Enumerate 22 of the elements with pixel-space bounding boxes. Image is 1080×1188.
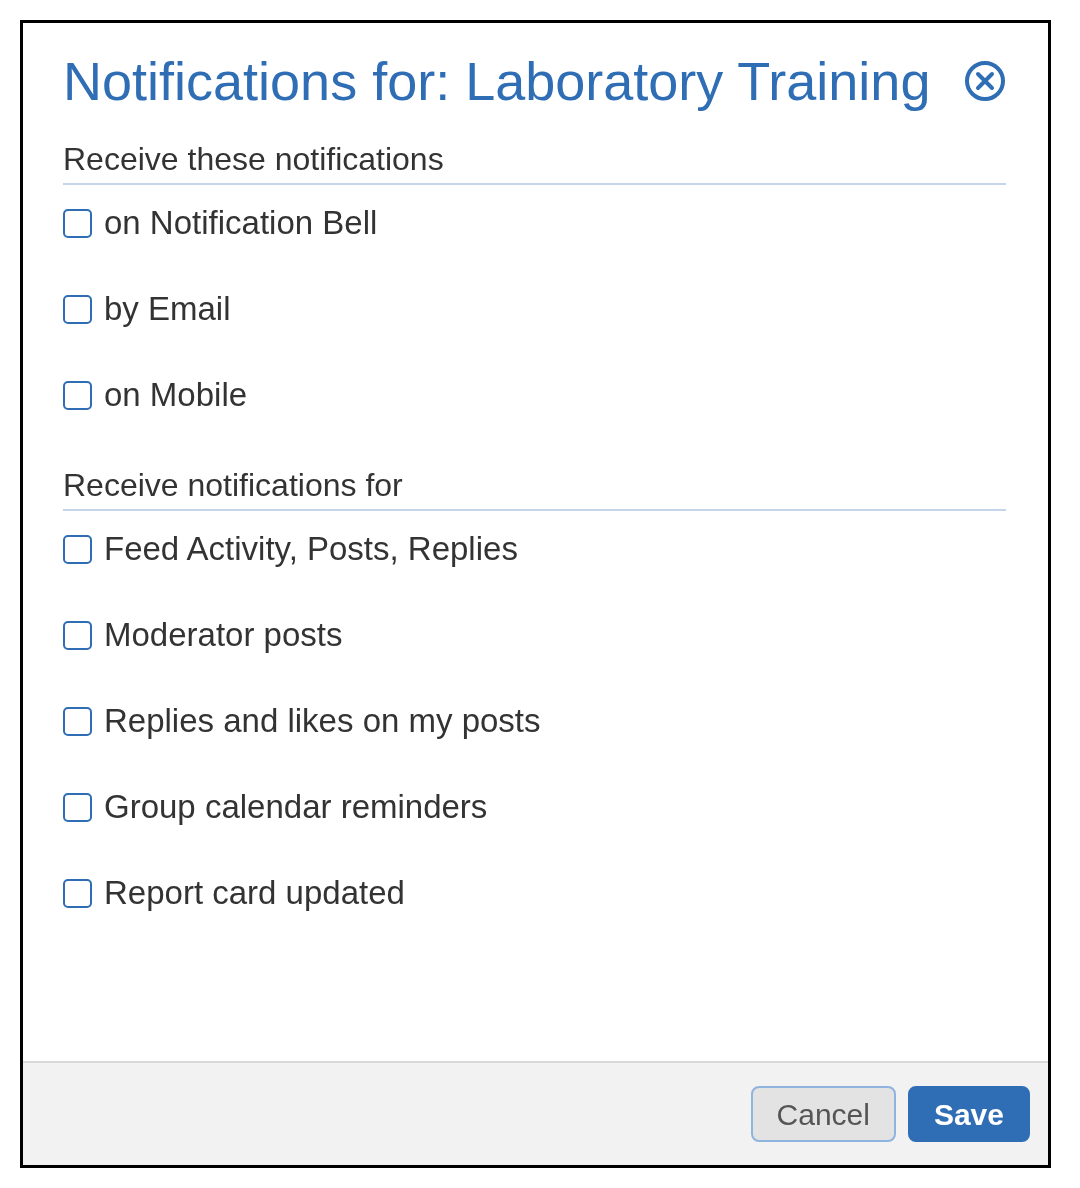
save-button[interactable]: Save [907, 1086, 1030, 1142]
option-label: Report card updated [104, 873, 405, 914]
close-icon[interactable] [964, 60, 1006, 102]
checkbox[interactable] [63, 792, 92, 822]
section-heading: Receive notifications for [63, 463, 1006, 511]
checkbox[interactable] [63, 208, 92, 238]
checkbox[interactable] [63, 534, 92, 564]
option-label: Group calendar reminders [104, 787, 488, 828]
option-label: by Email [104, 289, 231, 330]
option-label: Feed Activity, Posts, Replies [104, 529, 518, 570]
checkbox[interactable] [63, 878, 92, 908]
checkbox[interactable] [63, 620, 92, 650]
cancel-button[interactable]: Cancel [750, 1086, 896, 1142]
checkbox[interactable] [63, 294, 92, 324]
option-label: on Mobile [104, 375, 248, 416]
option-label: Replies and likes on my posts [104, 701, 541, 742]
section-heading: Receive these notifications [63, 137, 1006, 185]
dialog-title: Notifications for: Laboratory Training [63, 50, 931, 113]
checkbox[interactable] [63, 706, 92, 736]
option-label: Moderator posts [104, 615, 343, 656]
checkbox[interactable] [63, 380, 92, 410]
option-label: on Notification Bell [104, 203, 378, 244]
